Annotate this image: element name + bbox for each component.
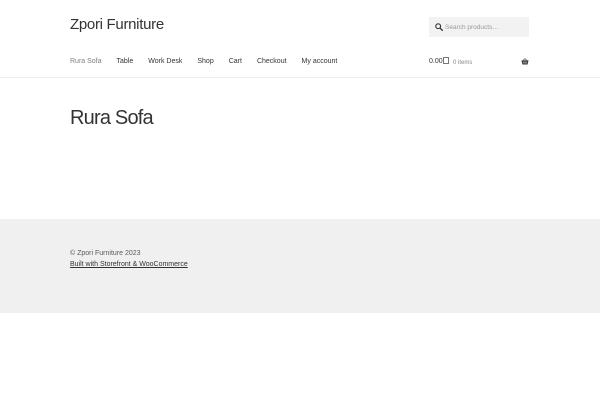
nav-item-rura-sofa[interactable]: Rura Sofa	[70, 57, 102, 67]
site-title[interactable]: Zpori Furniture	[70, 16, 164, 33]
nav-item-table[interactable]: Table	[117, 57, 134, 67]
basket-icon[interactable]	[521, 58, 529, 65]
cart-count: 0 items	[453, 60, 473, 66]
currency-icon	[443, 57, 449, 64]
nav-item-shop[interactable]: Shop	[197, 57, 213, 67]
site-footer: © Zpori Furniture 2023 Built with Storef…	[0, 219, 600, 313]
page-title: Rura Sofa	[70, 107, 154, 129]
nav-item-checkout[interactable]: Checkout	[257, 57, 287, 67]
storefront-credit-link[interactable]: Built with Storefront & WooCommerce	[70, 260, 188, 270]
site-header: Zpori Furniture Rura Sofa Table Work Des…	[0, 0, 600, 78]
header-cart[interactable]: 0.00 0 items	[429, 56, 529, 68]
search-icon	[435, 23, 443, 31]
search-input[interactable]	[445, 17, 527, 37]
nav-item-cart[interactable]: Cart	[229, 57, 242, 67]
cart-amount: 0.00	[429, 58, 443, 65]
search-box[interactable]	[429, 17, 529, 37]
copyright-text: © Zpori Furniture 2023	[70, 250, 141, 257]
nav-item-my-account[interactable]: My account	[302, 57, 338, 67]
primary-nav: Rura Sofa Table Work Desk Shop Cart Chec…	[70, 57, 352, 67]
nav-item-work-desk[interactable]: Work Desk	[148, 57, 182, 67]
